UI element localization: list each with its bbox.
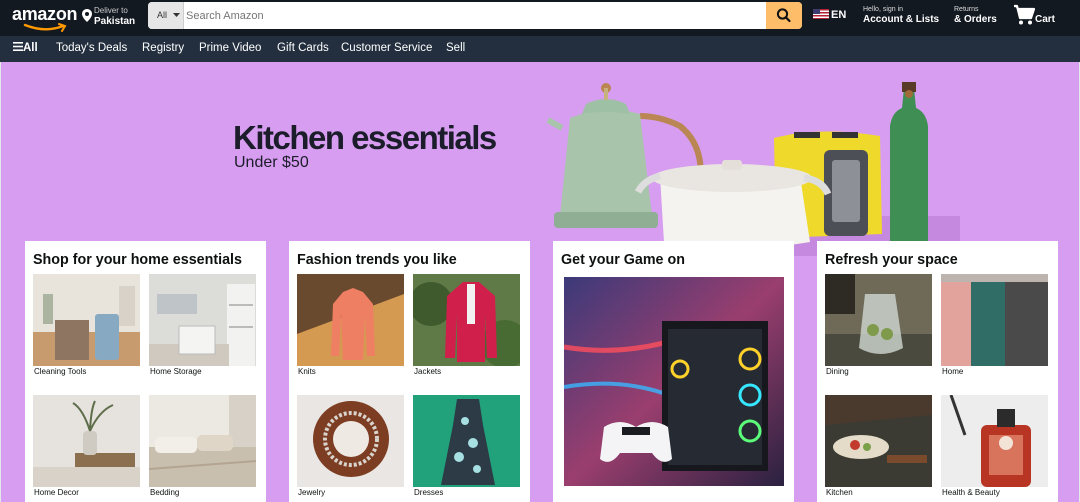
orders-label: & Orders — [954, 14, 997, 25]
home-storage-image — [149, 274, 256, 366]
search-button[interactable] — [766, 2, 802, 29]
cart-icon — [1014, 4, 1035, 25]
account-label: Account & Lists — [863, 14, 940, 25]
hero-title: Kitchen essentials — [233, 119, 497, 156]
cleaning-tools-image — [33, 274, 140, 366]
tile-label: Home Storage — [150, 367, 202, 376]
tile-knits[interactable]: Knits — [297, 274, 404, 376]
search-bar: All — [148, 2, 802, 29]
kitchen-image — [825, 395, 932, 487]
tile-cleaning-tools[interactable]: Cleaning Tools — [33, 274, 140, 376]
cart-label: Cart — [1035, 14, 1056, 25]
hamburger-menu-icon — [13, 42, 23, 51]
top-navigation-bar: amazon Deliver to Pakistan All EN Hello,… — [0, 0, 1080, 36]
nav-todays-deals[interactable]: Today's Deals — [56, 42, 127, 54]
tile-label: Kitchen — [826, 488, 853, 497]
nav-gift-cards[interactable]: Gift Cards — [277, 42, 329, 54]
tile-home-decor[interactable]: Home Decor — [33, 395, 140, 497]
tile-jackets[interactable]: Jackets — [413, 274, 520, 376]
tile-kitchen[interactable]: Kitchen — [825, 395, 932, 497]
card-fashion-trends: Fashion trends you like Knits Jackets Je… — [289, 241, 530, 502]
dining-image — [825, 274, 932, 366]
tile-label: Dresses — [414, 488, 444, 497]
search-category-select[interactable]: All — [148, 2, 184, 29]
nav-sell[interactable]: Sell — [446, 42, 465, 54]
home-image — [941, 274, 1048, 366]
all-menu-button[interactable]: All — [13, 42, 38, 54]
location-pin-icon — [82, 9, 92, 25]
jewelry-image — [297, 395, 404, 487]
card-home-essentials: Shop for your home essentials Cleaning T… — [25, 241, 266, 502]
card-title: Fashion trends you like — [297, 252, 457, 268]
deliver-line1: Deliver to — [94, 6, 128, 15]
tile-label: Dining — [826, 367, 849, 376]
nav-prime-video[interactable]: Prime Video — [199, 42, 261, 54]
amazon-logo[interactable]: amazon — [9, 4, 80, 32]
secondary-navigation: All Today's Deals Registry Prime Video G… — [0, 36, 1080, 62]
all-menu-label: All — [23, 42, 38, 54]
card-title: Shop for your home essentials — [33, 252, 242, 268]
tile-label: Cleaning Tools — [34, 367, 87, 376]
jackets-image — [413, 274, 520, 366]
tile-home[interactable]: Home — [941, 274, 1048, 376]
returns-and-orders[interactable]: Returns & Orders — [954, 5, 997, 26]
account-greeting: Hello, sign in — [863, 6, 904, 13]
kitchen-products-image — [546, 82, 960, 256]
logo-smile-icon — [23, 23, 67, 32]
tile-label: Home — [942, 367, 964, 376]
bedding-image — [149, 395, 256, 487]
card-refresh-space: Refresh your space Dining Home Kitchen H… — [817, 241, 1058, 502]
tile-dresses[interactable]: Dresses — [413, 395, 520, 497]
tile-label: Jewelry — [298, 488, 326, 497]
nav-customer-service[interactable]: Customer Service — [341, 42, 432, 54]
card-gaming[interactable]: Get your Game on — [553, 241, 794, 502]
logo-text: amazon — [12, 4, 78, 24]
tile-health-beauty[interactable]: Health & Beauty — [941, 395, 1048, 497]
hero-subtitle: Under $50 — [234, 154, 309, 171]
tile-bedding[interactable]: Bedding — [149, 395, 256, 497]
search-icon — [776, 8, 791, 23]
tile-label: Health & Beauty — [942, 488, 1000, 497]
account-and-lists[interactable]: Hello, sign in Account & Lists — [863, 5, 939, 26]
tile-label: Bedding — [150, 488, 180, 497]
deliver-country: Pakistan — [94, 16, 136, 27]
nav-registry[interactable]: Registry — [142, 42, 184, 54]
returns-label: Returns — [954, 6, 979, 13]
tile-label: Knits — [298, 367, 316, 376]
tile-dining[interactable]: Dining — [825, 274, 932, 376]
search-input[interactable] — [184, 2, 766, 29]
tile-label: Jackets — [414, 367, 442, 376]
us-flag-icon — [813, 9, 829, 19]
language-code: EN — [831, 9, 847, 21]
dresses-image — [413, 395, 520, 487]
language-selector[interactable]: EN — [813, 9, 846, 21]
health-beauty-image — [941, 395, 1048, 487]
tile-jewelry[interactable]: Jewelry — [297, 395, 404, 497]
knits-image — [297, 274, 404, 366]
search-category-label: All — [157, 10, 168, 20]
tile-home-storage[interactable]: Home Storage — [149, 274, 256, 376]
home-decor-image — [33, 395, 140, 487]
card-title: Get your Game on — [561, 252, 685, 268]
tile-label: Home Decor — [34, 488, 79, 497]
chevron-down-icon — [173, 13, 180, 17]
card-title: Refresh your space — [825, 252, 958, 268]
gaming-pc-image — [564, 277, 784, 486]
